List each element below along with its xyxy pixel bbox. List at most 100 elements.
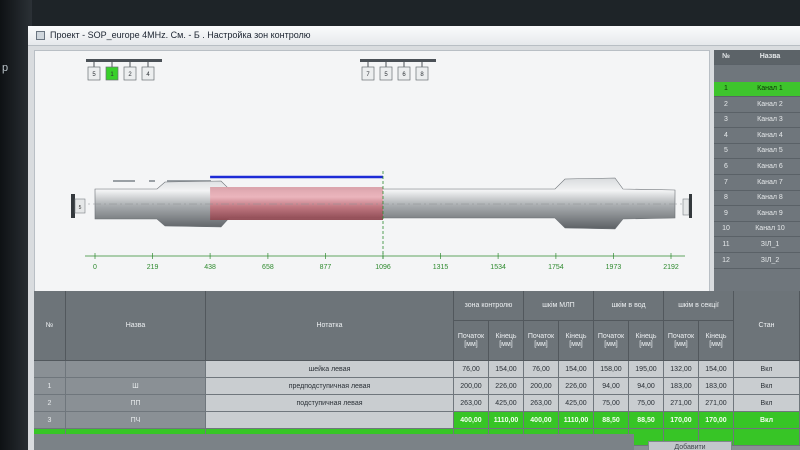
grid-cell: 1 [34,378,66,395]
channel-num: 1 [724,85,728,92]
grid-subheader-start: Початок [мм] [454,321,489,361]
shaft-canvas[interactable]: 5124 7568 5 0 219 438 658 877 1096 1315 1534 175… [34,50,710,320]
grid-cell: 425,00 [489,395,524,412]
probe-group-right[interactable]: 7568 [360,59,436,81]
grid-cell: 263,00 [454,395,489,412]
grid-header-shim-vod: шкім в вод [594,291,664,321]
grid-cell: 271,00 [664,395,699,412]
channel-num: 3 [724,116,728,124]
channel-row[interactable]: 1 Канал 1 [714,82,800,97]
channel-row[interactable]: 12 ЗІЛ_2 [714,254,800,269]
scale-tick-label: 1534 [490,264,506,271]
grid-subheader-end: Кінець [мм] [559,321,594,361]
channel-num: 4 [724,131,728,139]
channel-num: 5 [724,147,728,155]
channel-row[interactable]: 5 Канал 5 [714,144,800,160]
grid-cell: 400,00 [524,412,559,429]
grid-cell [66,361,206,378]
grid-cell: 1110,00 [489,412,524,429]
grid-subheader-start: Початок [мм] [524,321,559,361]
grid-subheader-end: Кінець [мм] [489,321,524,361]
add-zone-button[interactable]: Добавити [648,441,732,450]
channel-row[interactable]: 8 Канал 8 [714,191,800,207]
channel-row[interactable]: 6 Канал 6 [714,160,800,175]
grid-cell: 2 [34,395,66,412]
photo-stage: р Проект - SOP_europe 4MHz. См. - Б . На… [0,0,800,450]
probe-holder-bar [360,59,436,62]
grid-cell: Вкл [734,361,800,378]
channel-row[interactable]: 11 ЗІЛ_1 [714,238,800,253]
grid-header-shim-mlp: шкім МЛП [524,291,594,321]
grid-cell: 200,00 [454,378,489,395]
grid-cell: 425,00 [559,395,594,412]
window-title: Проект - SOP_europe 4MHz. См. - Б . Наст… [50,30,311,40]
grid-cell [734,429,800,446]
grid-cell: Ш [66,378,206,395]
grid-cell: 263,00 [524,395,559,412]
channel-row[interactable]: 9 Канал 9 [714,207,800,222]
grid-header-zone: зона контролю [454,291,524,321]
app-window: Проект - SOP_europe 4MHz. См. - Б . Наст… [28,26,800,450]
col-name-header: Назва [759,53,781,60]
channel-name: Канал 6 [757,163,783,170]
scale-tick-label: 2192 [663,264,679,271]
grid-cell: 183,00 [699,378,734,395]
channel-num: 8 [724,194,728,202]
grid-cell: 271,00 [699,395,734,412]
grid-cell: предподступичная левая [206,378,454,395]
grid-subheader-end: Кінець [мм] [699,321,734,361]
channel-name: Канал 7 [757,178,783,186]
probe-group-left[interactable]: 5124 [86,59,162,81]
grid-cell: шейка левая [206,361,454,378]
channel-name: Канал 10 [755,225,785,233]
channel-table[interactable]: № Назва 1 Канал 1 2 Канал 2 3 Канал 3 4 Канал 4… [714,50,800,305]
grid-cell: 75,00 [629,395,664,412]
grid-cell: 76,00 [454,361,489,378]
right-end-box[interactable] [682,198,690,216]
channel-num: 6 [724,163,728,170]
grid-cell: Вкл [734,378,800,395]
right-center-post [689,194,692,218]
scale-tick-label: 658 [262,264,274,271]
channel-row[interactable]: 4 Канал 4 [714,129,800,144]
grid-cell: 200,00 [524,378,559,395]
scale-tick-label: 877 [320,264,332,271]
channel-num: 12 [722,256,730,264]
channel-row[interactable]: 2 Канал 2 [714,98,800,113]
grid-bottom-panel [34,434,634,450]
channel-row[interactable]: 7 Канал 7 [714,176,800,191]
grid-row[interactable]: 1 Шпредподступичная левая 200,00 226,00 200,… [34,378,800,395]
grid-cell: 75,00 [594,395,629,412]
grid-header-stan: Стан [734,291,800,361]
title-bar: Проект - SOP_europe 4MHz. См. - Б . Наст… [28,26,800,46]
shaft-body[interactable] [94,177,676,230]
channel-name: Канал 2 [757,100,783,108]
grid-cell: 132,00 [664,361,699,378]
grid-cell: 94,00 [594,378,629,395]
scale-tick-label: 438 [204,264,216,271]
channel-name: Канал 9 [757,209,783,217]
grid-row[interactable]: 2 ПП подступичная левая 263,00 425,00 263,00 4… [34,395,800,412]
channel-name: Канал 3 [757,116,783,124]
channel-row[interactable]: 10 Канал 10 [714,222,800,238]
control-zone[interactable] [210,187,383,220]
scale-tick-label: 1315 [433,264,449,271]
grid-row[interactable]: 3 ПЧ 400,00 1110,00 400,00 1110,00 88,50 88,50 1… [34,412,800,429]
grid-cell: 226,00 [559,378,594,395]
channel-row[interactable]: 3 Канал 3 [714,113,800,129]
grid-cell [34,361,66,378]
grid-cell: 1110,00 [559,412,594,429]
channel-num: 9 [724,209,728,217]
grid-subheader-start: Початок [мм] [664,321,699,361]
grid-cell: 154,00 [699,361,734,378]
channel-num: 10 [722,225,730,233]
grid-cell: 76,00 [524,361,559,378]
grid-header-note: Нотатка [206,291,454,361]
grid-row[interactable]: шейка левая 76,00 154,00 76,00 154,00 158,00 1… [34,361,800,378]
zones-grid[interactable]: № Назва Нотатка зона контролю шкім МЛП ш… [34,291,800,450]
channel-name: Канал 8 [757,194,783,202]
grid-header-num: № [34,291,66,361]
grid-cell: ПЧ [66,412,206,429]
scale-tick-label: 1754 [548,264,564,271]
scale-tick-label: 219 [147,264,159,271]
